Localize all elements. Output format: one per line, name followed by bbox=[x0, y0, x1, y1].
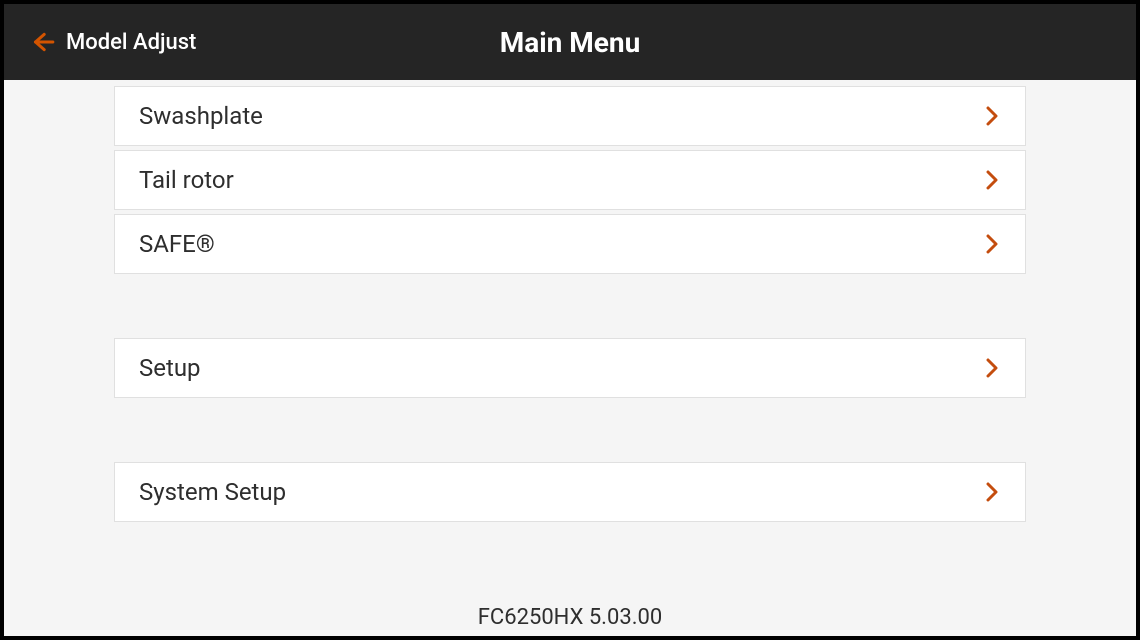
menu-item-label: Swashplate bbox=[139, 102, 263, 130]
chevron-right-icon bbox=[983, 104, 1001, 128]
back-label: Model Adjust bbox=[66, 30, 196, 55]
chevron-right-icon bbox=[983, 480, 1001, 504]
back-button[interactable]: Model Adjust bbox=[28, 28, 196, 56]
menu-group-2: Setup bbox=[114, 338, 1026, 398]
menu-item-swashplate[interactable]: Swashplate bbox=[114, 86, 1026, 146]
menu-item-safe[interactable]: SAFE® bbox=[114, 214, 1026, 274]
chevron-right-icon bbox=[983, 356, 1001, 380]
menu-group-3: System Setup bbox=[114, 462, 1026, 522]
chevron-right-icon bbox=[983, 232, 1001, 256]
menu-item-tail-rotor[interactable]: Tail rotor bbox=[114, 150, 1026, 210]
chevron-right-icon bbox=[983, 168, 1001, 192]
menu-item-system-setup[interactable]: System Setup bbox=[114, 462, 1026, 522]
menu-group-1: Swashplate Tail rotor SAFE® bbox=[114, 86, 1026, 274]
menu-item-setup[interactable]: Setup bbox=[114, 338, 1026, 398]
back-arrow-icon bbox=[28, 28, 56, 56]
content-area: Swashplate Tail rotor SAFE® Se bbox=[4, 80, 1136, 636]
page-title: Main Menu bbox=[500, 26, 641, 59]
version-footer: FC6250HX 5.03.00 bbox=[4, 605, 1136, 630]
menu-item-label: Setup bbox=[139, 354, 201, 382]
app-frame: Model Adjust Main Menu Swashplate Tail r… bbox=[0, 0, 1140, 640]
menu-item-label: SAFE® bbox=[139, 230, 215, 258]
header-bar: Model Adjust Main Menu bbox=[4, 4, 1136, 80]
menu-item-label: Tail rotor bbox=[139, 166, 234, 194]
menu-item-label: System Setup bbox=[139, 478, 286, 506]
